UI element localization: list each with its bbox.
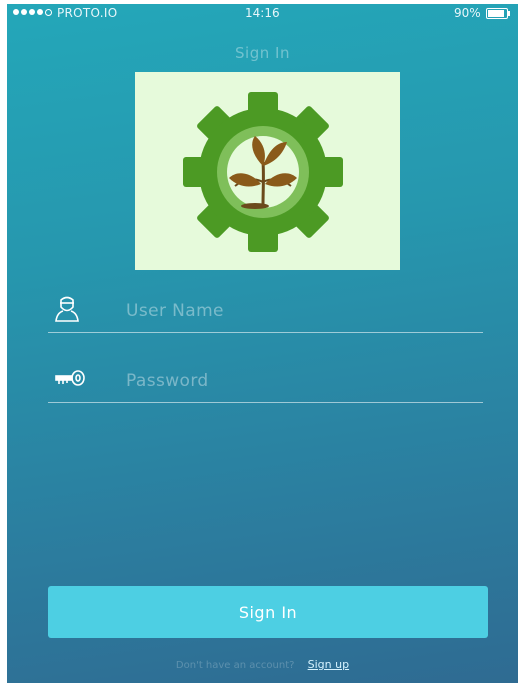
signal-dot bbox=[13, 9, 19, 15]
signal-dot bbox=[29, 9, 35, 15]
app-screen: PROTO.IO 14:16 90% Sign In User Name Sig… bbox=[7, 4, 518, 683]
battery-tip bbox=[508, 11, 510, 16]
signup-prompt: Don't have an account? Sign up bbox=[7, 658, 518, 671]
clock: 14:16 bbox=[245, 6, 280, 20]
battery-percent: 90% bbox=[454, 6, 481, 20]
screen-title: Sign In bbox=[235, 44, 290, 62]
status-bar: PROTO.IO 14:16 90% bbox=[7, 4, 518, 24]
carrier-name: PROTO.IO bbox=[57, 6, 118, 20]
no-account-text: Don't have an account? bbox=[175, 660, 295, 671]
password-input[interactable] bbox=[126, 368, 466, 394]
username-input[interactable] bbox=[126, 298, 466, 324]
signal-strength-icon bbox=[13, 9, 52, 16]
user-icon bbox=[55, 296, 79, 322]
password-field[interactable] bbox=[48, 362, 483, 403]
username-field[interactable] bbox=[48, 292, 483, 333]
sign-in-button[interactable]: Sign In bbox=[48, 586, 488, 638]
sign-up-link[interactable]: Sign up bbox=[308, 658, 349, 671]
signal-dot bbox=[37, 9, 43, 15]
gear-with-sprout-icon bbox=[183, 92, 343, 252]
key-icon bbox=[55, 370, 85, 386]
battery-level bbox=[488, 10, 504, 17]
app-logo bbox=[135, 72, 400, 270]
signal-dot bbox=[21, 9, 27, 15]
battery-icon bbox=[486, 8, 510, 19]
signal-dot-empty bbox=[45, 9, 52, 16]
